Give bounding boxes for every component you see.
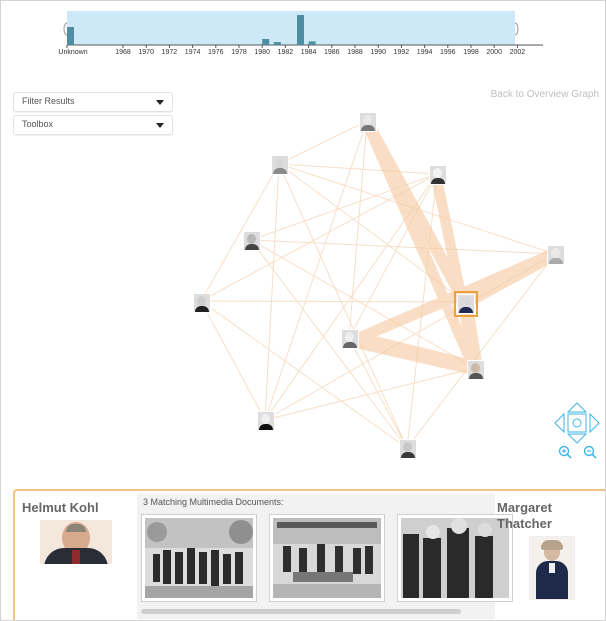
document-thumbnail[interactable] bbox=[141, 514, 257, 602]
timeline-chart[interactable] bbox=[57, 7, 551, 49]
timeline-tick-label: 1994 bbox=[416, 49, 433, 56]
graph-edge-strong bbox=[461, 248, 557, 309]
graph-edge-strong bbox=[431, 173, 481, 370]
left-person-name: Helmut Kohl bbox=[22, 500, 99, 515]
right-person-portrait bbox=[529, 536, 575, 600]
graph-node-person[interactable] bbox=[243, 231, 261, 251]
graph-edge bbox=[278, 120, 368, 165]
timeline-tick-label: 1986 bbox=[324, 49, 340, 56]
graph-node-person[interactable] bbox=[429, 165, 447, 185]
navigation-controls[interactable] bbox=[553, 401, 601, 461]
timeline-tick-label: 1978 bbox=[231, 49, 247, 56]
graph-node-person[interactable] bbox=[547, 245, 565, 265]
graph-edge bbox=[200, 300, 466, 303]
timeline-tick-label: 1982 bbox=[277, 49, 294, 56]
zoom-in-icon[interactable] bbox=[558, 445, 572, 459]
timeline-right-handle[interactable] bbox=[514, 22, 519, 36]
timeline-tick-label: 2002 bbox=[509, 49, 526, 56]
right-person-name-line2: Thatcher bbox=[497, 516, 552, 531]
timeline-bar[interactable] bbox=[308, 41, 316, 45]
document-thumbnail[interactable] bbox=[397, 514, 513, 602]
timeline-tick-label: 1976 bbox=[208, 49, 224, 56]
timeline-tick-label: Unknown bbox=[58, 49, 88, 56]
timeline-tick-label: 1998 bbox=[463, 49, 479, 56]
documents-scrollbar[interactable] bbox=[141, 609, 461, 614]
graph-edge bbox=[264, 163, 280, 421]
right-person-name: Margaret Thatcher bbox=[497, 500, 552, 532]
document-thumbnail[interactable] bbox=[269, 514, 385, 602]
timeline-tick-label: 1990 bbox=[370, 49, 386, 56]
right-person-name-line1: Margaret bbox=[497, 500, 552, 515]
graph-edges bbox=[200, 120, 557, 449]
matching-documents-panel: 3 Matching Multimedia Documents: bbox=[137, 494, 513, 619]
graph-edge bbox=[200, 300, 266, 421]
timeline-tick-label: 1968 bbox=[115, 49, 131, 56]
documents-count-title: 3 Matching Multimedia Documents: bbox=[143, 497, 284, 507]
network-graph[interactable] bbox=[1, 85, 605, 475]
left-person-portrait bbox=[40, 520, 112, 564]
graph-node-person[interactable] bbox=[399, 439, 417, 459]
graph-edge bbox=[278, 163, 408, 449]
timeline-tick-label: 1988 bbox=[347, 49, 363, 56]
graph-edge bbox=[200, 300, 408, 449]
timeline-left-handle[interactable] bbox=[63, 22, 68, 36]
graph-node-selected-person[interactable] bbox=[454, 291, 478, 317]
timeline-range-selection[interactable] bbox=[67, 11, 515, 45]
timeline-bar[interactable] bbox=[273, 42, 281, 45]
graph-edge bbox=[278, 163, 438, 175]
graph-edge bbox=[348, 120, 368, 339]
timeline[interactable]: Unknown 1968 1970 1972 1974 1976 1978 1980 1982 1… bbox=[57, 7, 551, 63]
timeline-tick-label: 1974 bbox=[184, 49, 201, 56]
timeline-tick-label: 1970 bbox=[138, 49, 154, 56]
timeline-bar[interactable] bbox=[67, 27, 74, 45]
graph-node-person[interactable] bbox=[193, 293, 211, 313]
timeline-tick-label: 1996 bbox=[440, 49, 456, 56]
timeline-bar[interactable] bbox=[262, 39, 270, 45]
graph-node-person[interactable] bbox=[359, 112, 377, 132]
timeline-tick-label: 1980 bbox=[254, 49, 270, 56]
timeline-tick-label: 1992 bbox=[393, 49, 410, 56]
timeline-tick-label: 1984 bbox=[300, 49, 317, 56]
graph-node-person[interactable] bbox=[271, 155, 289, 175]
graph-node-person[interactable] bbox=[467, 360, 485, 380]
graph-edge bbox=[250, 239, 556, 255]
timeline-tick-label: 2000 bbox=[486, 49, 502, 56]
detail-panel: Helmut Kohl 3 Matching Multimedia Docume… bbox=[13, 489, 605, 620]
timeline-bar[interactable] bbox=[297, 15, 304, 45]
timeline-tick-label: 1972 bbox=[161, 49, 178, 56]
graph-node-person[interactable] bbox=[341, 329, 359, 349]
app-window: Unknown 1968 1970 1972 1974 1976 1978 1980 1982 1… bbox=[0, 0, 606, 621]
zoom-out-icon[interactable] bbox=[583, 445, 597, 459]
graph-node-person[interactable] bbox=[257, 411, 275, 431]
